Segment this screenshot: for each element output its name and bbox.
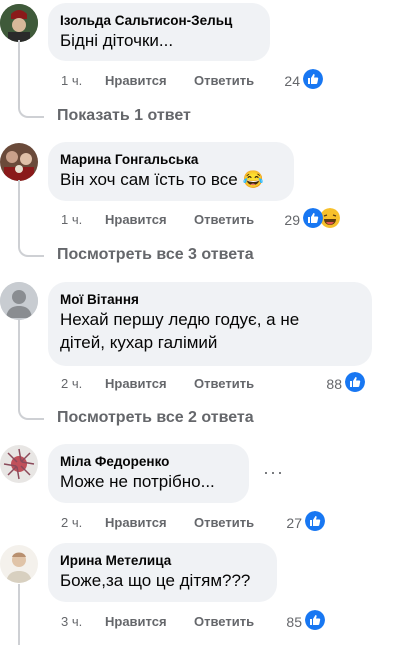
avatar[interactable]: [0, 545, 38, 583]
comment-bubble: Ізольда Сальтисон-Зельц Бідні діточки...: [48, 3, 270, 61]
replies-thread-line: [18, 40, 44, 118]
comment-author[interactable]: Мої Вітання: [60, 291, 360, 308]
comment-text: Боже,за що це дітям???: [60, 571, 251, 590]
comment-bubble: Мої Вітання Нехай першу ледю годує, а не…: [48, 282, 372, 366]
comment-bubble: Марина Гонгальська Він хоч сам їсть то в…: [48, 142, 294, 201]
avatar[interactable]: [0, 282, 38, 320]
show-replies-link[interactable]: Посмотреть все 3 ответа: [57, 246, 254, 264]
comment-time[interactable]: 1 ч.: [61, 212, 82, 227]
reply-button[interactable]: Ответить: [194, 212, 254, 227]
comment-text-line: дітей, кухар галімий: [60, 333, 218, 352]
reply-button[interactable]: Ответить: [194, 73, 254, 88]
reaction-count[interactable]: 85: [272, 614, 302, 630]
reply-button[interactable]: Ответить: [194, 515, 254, 530]
like-button[interactable]: Нравится: [105, 212, 167, 227]
reaction-count[interactable]: 27: [272, 515, 302, 531]
avatar[interactable]: [0, 143, 38, 181]
like-button[interactable]: Нравится: [105, 376, 167, 391]
like-icon: [303, 208, 323, 228]
comment-author[interactable]: Міла Федоренко: [60, 453, 237, 470]
reaction-count[interactable]: 24: [270, 73, 300, 89]
like-icon: [303, 69, 323, 89]
comment-author[interactable]: Ирина Метелица: [60, 552, 265, 569]
more-options-icon[interactable]: ···: [263, 462, 284, 483]
reply-button[interactable]: Ответить: [194, 614, 254, 629]
comment-author[interactable]: Марина Гонгальська: [60, 151, 282, 168]
comment-text: Він хоч сам їсть то все 😂: [60, 170, 264, 189]
replies-thread-line: [18, 180, 44, 257]
reply-button[interactable]: Ответить: [194, 376, 254, 391]
laughing-emoji-icon: [320, 208, 340, 228]
like-icon: [305, 610, 325, 630]
comment-text: Бідні діточки...: [60, 31, 174, 50]
like-icon: [305, 511, 325, 531]
like-button[interactable]: Нравится: [105, 73, 167, 88]
comment-time[interactable]: 3 ч.: [61, 614, 82, 629]
comment-text: Може не потрібно...: [60, 472, 215, 491]
comment-text-line: Нехай першу ледю годує, а не: [60, 310, 300, 329]
comment-time[interactable]: 2 ч.: [61, 515, 82, 530]
avatar[interactable]: [0, 4, 38, 42]
replies-thread-line: [18, 320, 44, 420]
avatar[interactable]: [0, 445, 38, 483]
comment-time[interactable]: 1 ч.: [61, 73, 82, 88]
show-replies-link[interactable]: Показать 1 ответ: [57, 107, 191, 125]
comment-author[interactable]: Ізольда Сальтисон-Зельц: [60, 12, 258, 29]
thread-line-tail: [18, 584, 20, 645]
comment-bubble: Ирина Метелица Боже,за що це дітям???: [48, 543, 277, 602]
reaction-count[interactable]: 29: [270, 212, 300, 228]
show-replies-link[interactable]: Посмотреть все 2 ответа: [57, 409, 254, 427]
like-button[interactable]: Нравится: [105, 515, 167, 530]
comment-time[interactable]: 2 ч.: [61, 376, 82, 391]
like-button[interactable]: Нравится: [105, 614, 167, 629]
like-icon: [345, 372, 365, 392]
comment-bubble: Міла Федоренко Може не потрібно...: [48, 444, 249, 503]
reaction-count[interactable]: 88: [312, 376, 342, 392]
